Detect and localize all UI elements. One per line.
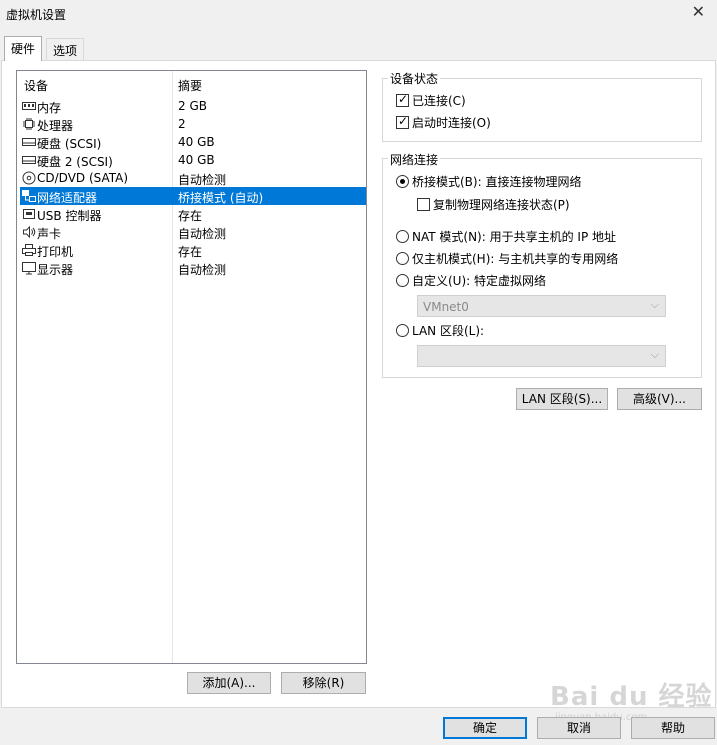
advanced-button[interactable]: 高级(V)...: [617, 388, 702, 410]
bridged-label[interactable]: 桥接模式(B): 直接连接物理网络: [412, 173, 581, 190]
device-row-network-adapter[interactable]: 网络适配器 桥接模式 (自动): [20, 187, 366, 205]
chevron-down-icon: ⌵: [650, 348, 659, 361]
lan-segment-radio[interactable]: [396, 324, 409, 337]
device-summary: 自动检测: [178, 227, 227, 241]
add-device-button[interactable]: 添加(A)...: [187, 672, 271, 694]
device-summary: 桥接模式 (自动): [178, 191, 264, 205]
cd-dvd-icon: [22, 171, 36, 185]
bridged-radio[interactable]: [396, 175, 409, 188]
column-header-summary[interactable]: 摘要: [178, 77, 202, 94]
connected-checkbox[interactable]: ✓: [396, 92, 409, 107]
device-row-display[interactable]: 显示器 自动检测: [17, 259, 366, 277]
close-icon[interactable]: ✕: [692, 2, 705, 21]
device-name: CD/DVD (SATA): [37, 171, 129, 185]
device-summary: 存在: [178, 245, 203, 259]
processor-icon: [23, 118, 35, 130]
custom-network-value: VMnet0: [423, 300, 469, 314]
radio-dot: [400, 179, 405, 184]
printer-icon: [22, 244, 36, 256]
device-summary: 自动检测: [178, 263, 227, 277]
device-summary: 40 GB: [178, 135, 215, 149]
tab-hardware[interactable]: 硬件: [4, 36, 43, 61]
baidu-watermark: Bai du 经验: [550, 682, 713, 712]
device-summary: 40 GB: [178, 153, 215, 167]
tab-options[interactable]: 选项: [46, 38, 85, 60]
network-connection-label: 网络连接: [388, 151, 441, 168]
window-title: 虚拟机设置: [6, 8, 67, 22]
device-name: USB 控制器: [37, 209, 102, 223]
lan-segment-select[interactable]: ⌵: [417, 345, 666, 367]
device-row-hard-disk[interactable]: 硬盘 (SCSI) 40 GB: [17, 133, 366, 151]
host-only-radio[interactable]: [396, 252, 409, 265]
remove-device-button[interactable]: 移除(R): [281, 672, 366, 694]
host-only-label[interactable]: 仅主机模式(H): 与主机共享的专用网络: [412, 250, 618, 267]
hard-disk-icon: [22, 138, 36, 146]
device-row-cd-dvd[interactable]: CD/DVD (SATA) 自动检测: [17, 169, 366, 187]
custom-label[interactable]: 自定义(U): 特定虚拟网络: [412, 272, 546, 289]
device-row-sound-card[interactable]: 声卡 自动检测: [17, 223, 366, 241]
custom-radio[interactable]: [396, 274, 409, 287]
connect-at-power-on-checkbox[interactable]: ✓: [396, 114, 409, 129]
device-list[interactable]: 设备 摘要 内存 2 GB 处理器 2 硬盘 (SCSI) 40 GB 硬盘 2…: [16, 70, 367, 664]
lan-segments-button[interactable]: LAN 区段(S)...: [516, 388, 608, 410]
device-name: 内存: [37, 101, 62, 115]
device-summary: 自动检测: [178, 173, 227, 187]
device-row-usb-controller[interactable]: USB 控制器 存在: [17, 205, 366, 223]
device-status-group: [382, 78, 702, 142]
device-row-printer[interactable]: 打印机 存在: [17, 241, 366, 259]
usb-icon: [23, 209, 35, 219]
checkmark-icon: ✓: [398, 92, 409, 106]
device-name: 硬盘 (SCSI): [37, 137, 102, 151]
custom-network-select[interactable]: VMnet0 ⌵: [417, 295, 666, 317]
nat-radio[interactable]: [396, 230, 409, 243]
device-name: 处理器: [37, 119, 74, 133]
device-status-label: 设备状态: [388, 70, 441, 87]
device-name: 显示器: [37, 263, 74, 277]
lan-segment-label[interactable]: LAN 区段(L):: [412, 322, 484, 339]
connect-at-power-on-label[interactable]: 启动时连接(O): [412, 114, 491, 131]
column-header-device[interactable]: 设备: [24, 77, 48, 94]
chevron-down-icon: ⌵: [650, 298, 659, 311]
device-name: 硬盘 2 (SCSI): [37, 155, 113, 169]
device-summary: 存在: [178, 209, 203, 223]
device-row-processor[interactable]: 处理器 2: [17, 115, 366, 133]
replicate-state-checkbox[interactable]: [417, 198, 430, 211]
device-name: 网络适配器: [37, 191, 98, 205]
device-name: 声卡: [37, 227, 62, 241]
ok-button[interactable]: 确定: [443, 717, 527, 739]
network-adapter-icon: [22, 190, 36, 202]
device-row-memory[interactable]: 内存 2 GB: [17, 97, 366, 115]
help-button[interactable]: 帮助: [631, 717, 715, 739]
memory-icon: [22, 102, 36, 110]
hard-disk-icon: [22, 156, 36, 164]
device-summary: 2: [178, 117, 186, 131]
device-summary: 2 GB: [178, 99, 207, 113]
speaker-icon: [23, 225, 36, 239]
device-name: 打印机: [37, 245, 74, 259]
nat-label[interactable]: NAT 模式(N): 用于共享主机的 IP 地址: [412, 228, 616, 245]
connected-label[interactable]: 已连接(C): [412, 92, 466, 109]
checkmark-icon: ✓: [398, 114, 409, 128]
device-list-header: 设备 摘要: [17, 77, 366, 93]
monitor-icon: [22, 262, 36, 275]
cancel-button[interactable]: 取消: [537, 717, 621, 739]
device-row-hard-disk-2[interactable]: 硬盘 2 (SCSI) 40 GB: [17, 151, 366, 169]
replicate-state-label[interactable]: 复制物理网络连接状态(P): [433, 196, 570, 213]
